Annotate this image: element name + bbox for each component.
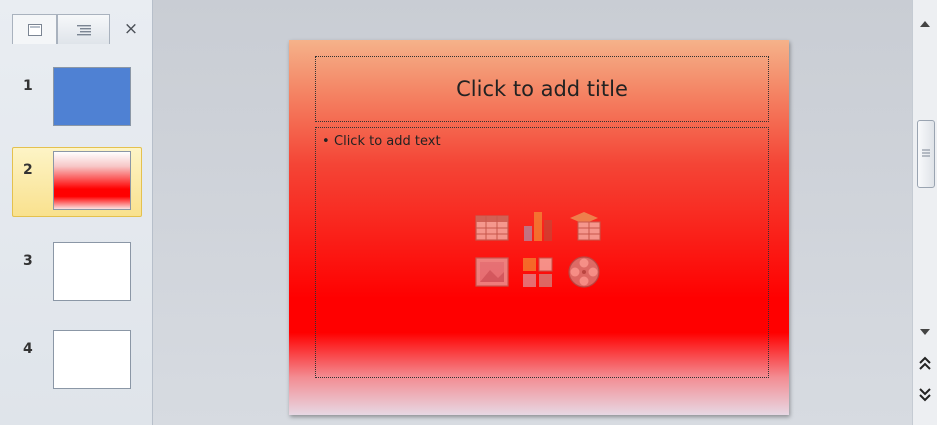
scroll-down-button[interactable] xyxy=(913,322,937,342)
slide-thumbnail-image xyxy=(53,242,131,301)
slides-tab-icon xyxy=(27,23,42,36)
insert-picture-icon[interactable] xyxy=(474,254,510,290)
double-chevron-down-icon xyxy=(919,388,931,402)
grip-icon xyxy=(922,149,930,157)
content-placeholder[interactable]: • Click to add text xyxy=(315,127,769,378)
tab-slides[interactable] xyxy=(12,14,57,44)
title-placeholder-text: Click to add title xyxy=(456,77,628,101)
title-placeholder[interactable]: Click to add title xyxy=(315,56,769,122)
pane-tabs: × xyxy=(12,14,152,44)
arrow-up-icon xyxy=(920,21,930,27)
slide-number: 3 xyxy=(23,253,33,269)
slides-pane: × 1 2 3 4 xyxy=(0,0,153,425)
insert-chart-icon[interactable] xyxy=(520,208,556,244)
content-placeholder-text: Click to add text xyxy=(334,134,441,149)
slide-number: 1 xyxy=(23,78,33,94)
slide-number: 2 xyxy=(23,162,33,178)
insert-media-icon[interactable] xyxy=(566,254,602,290)
slide-number: 4 xyxy=(23,341,33,357)
close-pane-button[interactable]: × xyxy=(110,14,152,44)
slide-editor: Click to add title • Click to add text xyxy=(153,0,912,425)
vertical-scrollbar[interactable] xyxy=(912,0,937,425)
slide-thumbnail-image xyxy=(53,330,131,389)
bullet-item: • Click to add text xyxy=(322,134,441,149)
insert-content-icons xyxy=(472,206,608,296)
insert-clip-art-icon[interactable] xyxy=(520,254,556,290)
previous-slide-button[interactable] xyxy=(913,352,937,374)
close-icon: × xyxy=(123,19,139,39)
slide-canvas[interactable]: Click to add title • Click to add text xyxy=(289,40,789,415)
tab-outline[interactable] xyxy=(57,14,110,44)
slide-thumbnail-2[interactable]: 2 xyxy=(12,147,142,217)
next-slide-button[interactable] xyxy=(913,384,937,406)
slide-thumbnail-1[interactable]: 1 xyxy=(12,63,142,133)
scroll-thumb[interactable] xyxy=(917,120,935,188)
double-chevron-up-icon xyxy=(919,356,931,370)
arrow-down-icon xyxy=(920,329,930,335)
slide-thumbnail-image xyxy=(53,151,131,210)
slide-thumbnail-image xyxy=(53,67,131,126)
outline-tab-icon xyxy=(76,24,91,35)
slide-thumbnail-3[interactable]: 3 xyxy=(12,238,142,308)
bullet-icon: • xyxy=(322,134,330,149)
insert-table-icon[interactable] xyxy=(474,210,510,246)
insert-smartart-icon[interactable] xyxy=(566,208,602,244)
scroll-up-button[interactable] xyxy=(913,14,937,34)
slide-thumbnail-4[interactable]: 4 xyxy=(12,326,142,396)
